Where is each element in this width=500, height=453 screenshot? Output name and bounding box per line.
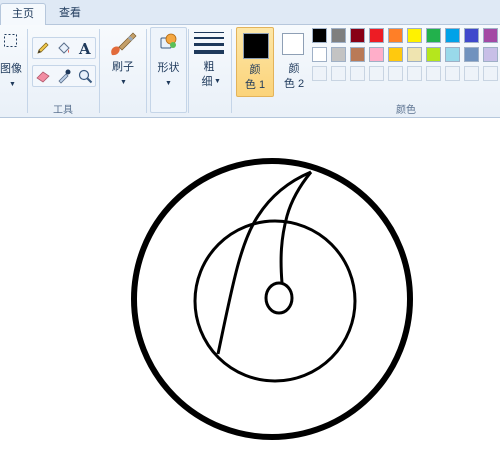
shapes-label: 形状 (157, 62, 180, 74)
color-swatch[interactable] (483, 47, 498, 62)
separator (231, 29, 232, 113)
svg-text:A: A (78, 40, 91, 56)
line-size-icon (194, 32, 224, 54)
custom-color-slot[interactable] (426, 66, 441, 81)
color-swatch[interactable] (388, 28, 403, 43)
shapes-button[interactable]: 形状 ▼ (150, 27, 187, 113)
color-picker-icon[interactable] (55, 67, 72, 84)
outer-circle (131, 158, 413, 440)
separator (146, 29, 147, 113)
color-swatch[interactable] (407, 47, 422, 62)
text-icon[interactable]: A (76, 39, 93, 56)
custom-color-slot[interactable] (350, 66, 365, 81)
brushes-button[interactable]: 刷子 ▼ (104, 27, 142, 97)
outer-curve (216, 170, 312, 355)
fill-icon[interactable] (55, 39, 72, 56)
color1-label-line2: 色 1 (244, 79, 266, 91)
color-swatch[interactable] (312, 47, 327, 62)
separator (99, 29, 100, 113)
brush-icon (111, 32, 137, 56)
color2-swatch (282, 33, 304, 55)
color-swatch[interactable] (369, 28, 384, 43)
color1-label-line1: 颜 (249, 64, 261, 76)
custom-color-slot[interactable] (445, 66, 460, 81)
inner-circle (193, 219, 357, 383)
custom-color-slot[interactable] (369, 66, 384, 81)
center-ellipse (264, 281, 294, 315)
color-swatch[interactable] (483, 28, 498, 43)
color-swatch[interactable] (350, 47, 365, 62)
magnifier-icon[interactable] (76, 67, 93, 84)
custom-color-slot[interactable] (483, 66, 498, 81)
ribbon: 图像 ▼ A 工具 刷子 ▼ 形状 ▼ 粗 细 ▼ 颜 色 1 颜 色 2 颜色 (0, 25, 500, 118)
custom-color-slot[interactable] (464, 66, 479, 81)
color1-swatch (243, 33, 269, 59)
select-icon (4, 34, 17, 47)
color-swatch[interactable] (369, 47, 384, 62)
color-palette (312, 28, 500, 90)
custom-color-slot[interactable] (407, 66, 422, 81)
color-swatch[interactable] (445, 47, 460, 62)
size-button[interactable]: 粗 细 ▼ (192, 27, 226, 97)
color2-label-line1: 颜 (288, 63, 300, 75)
color-swatch[interactable] (331, 47, 346, 62)
drawing-canvas[interactable] (0, 118, 500, 450)
tab-home[interactable]: 主页 (0, 3, 46, 26)
color-swatch[interactable] (407, 28, 422, 43)
tab-view[interactable]: 查看 (48, 3, 92, 24)
color1-button[interactable]: 颜 色 1 (236, 27, 274, 97)
custom-color-slot[interactable] (331, 66, 346, 81)
ribbon-tab-bar: 主页 查看 (0, 0, 500, 26)
color-swatch[interactable] (464, 28, 479, 43)
pencil-icon[interactable] (34, 39, 51, 56)
chevron-down-icon: ▼ (214, 78, 221, 85)
brushes-label: 刷子 (112, 61, 134, 73)
tools-group-label: 工具 (53, 105, 73, 116)
canvas-drawing (131, 158, 413, 440)
color-swatch[interactable] (350, 28, 365, 43)
separator (27, 29, 28, 113)
color2-label-line2: 色 2 (283, 78, 305, 90)
custom-color-slot[interactable] (388, 66, 403, 81)
color2-button[interactable]: 颜 色 2 (276, 27, 312, 95)
color-swatch[interactable] (426, 28, 441, 43)
image-group-label: 图像 (0, 63, 22, 75)
chevron-down-icon: ▼ (120, 79, 127, 86)
custom-color-slot[interactable] (312, 66, 327, 81)
color-swatch[interactable] (388, 47, 403, 62)
color-swatch[interactable] (331, 28, 346, 43)
eraser-icon[interactable] (34, 67, 51, 84)
separator (188, 29, 189, 113)
chevron-down-icon[interactable]: ▼ (9, 81, 16, 88)
shapes-icon (160, 33, 177, 49)
chevron-down-icon: ▼ (165, 80, 172, 87)
colors-group-label: 颜色 (396, 105, 416, 116)
color-swatch[interactable] (426, 47, 441, 62)
size-label-line1: 粗 (203, 61, 215, 73)
color-swatch[interactable] (464, 47, 479, 62)
color-swatch[interactable] (445, 28, 460, 43)
color-swatch[interactable] (312, 28, 327, 43)
